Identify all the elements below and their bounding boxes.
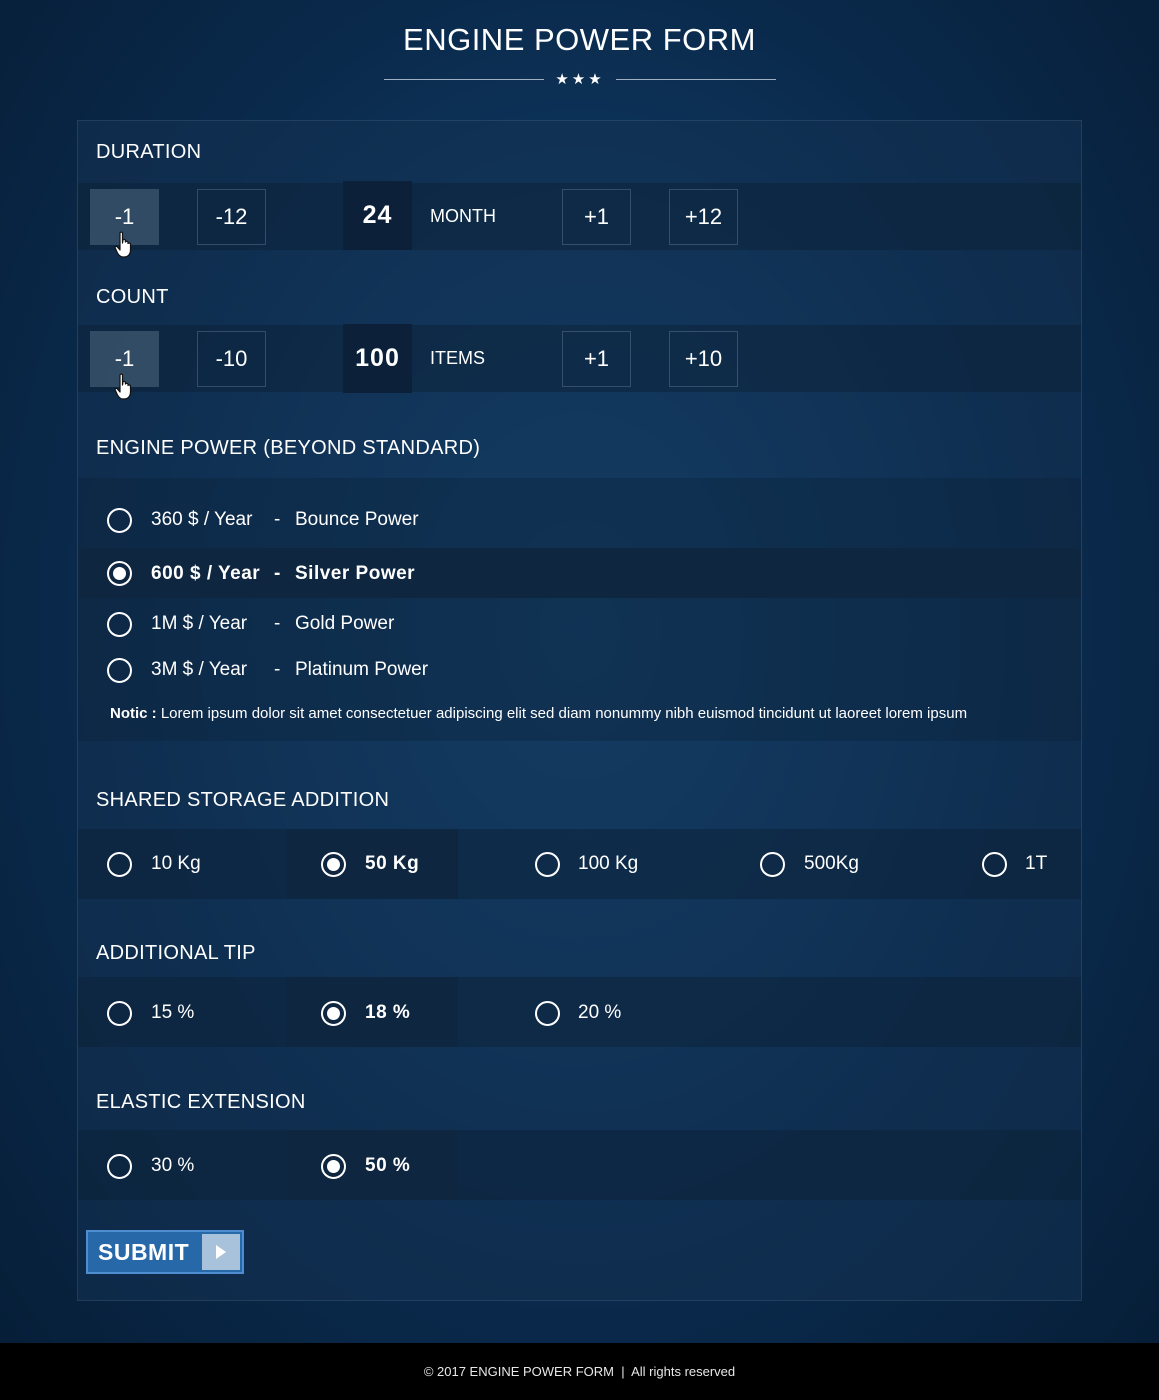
- engine-power-title: ENGINE POWER (BEYOND STANDARD): [96, 437, 481, 459]
- elastic-extension-options: 30 % 50 %: [78, 1130, 1081, 1200]
- engine-power-radio-3[interactable]: [107, 658, 132, 683]
- hand-cursor-icon: [114, 373, 132, 400]
- engine-power-radio-2[interactable]: [107, 612, 132, 637]
- storage-radio-0[interactable]: [107, 852, 132, 877]
- count-plus-10-button[interactable]: +10: [669, 331, 738, 387]
- elastic-radio-1[interactable]: [321, 1154, 346, 1179]
- tip-label-1: 18 %: [365, 1002, 411, 1023]
- footer-text: © 2017 ENGINE POWER FORM | All rights re…: [423, 1364, 736, 1379]
- storage-label-3: 500Kg: [804, 853, 859, 874]
- count-title: COUNT: [96, 286, 169, 308]
- engine-power-name-3: Platinum Power: [295, 659, 429, 680]
- count-value: 100: [343, 324, 412, 393]
- notice-body: Lorem ipsum dolor sit amet consectetuer …: [160, 705, 968, 722]
- storage-label-2: 100 Kg: [578, 853, 639, 874]
- engine-power-sep-2: -: [274, 613, 281, 634]
- play-arrow-icon: [202, 1234, 240, 1270]
- storage-radio-4[interactable]: [982, 852, 1007, 877]
- engine-power-sep-1: -: [274, 563, 281, 584]
- count-unit: ITEMS: [430, 348, 486, 368]
- storage-label-1: 50 Kg: [365, 853, 420, 874]
- engine-power-price-2: 1M $ / Year: [151, 613, 248, 634]
- elastic-extension-title: ELASTIC EXTENSION: [96, 1091, 306, 1113]
- tip-radio-1[interactable]: [321, 1001, 346, 1026]
- title-divider: ★★★: [384, 70, 776, 90]
- engine-power-radio-0[interactable]: [107, 508, 132, 533]
- divider-line-left: [384, 79, 544, 80]
- engine-power-name-0: Bounce Power: [295, 509, 419, 530]
- tip-radio-0[interactable]: [107, 1001, 132, 1026]
- duration-minus-12-button[interactable]: -12: [197, 189, 266, 245]
- duration-unit: MONTH: [430, 206, 496, 226]
- storage-radio-2[interactable]: [535, 852, 560, 877]
- engine-power-price-0: 360 $ / Year: [151, 509, 253, 530]
- engine-power-sep-0: -: [274, 509, 281, 530]
- hand-cursor-icon: [114, 231, 132, 258]
- divider-line-right: [616, 79, 776, 80]
- elastic-radio-0[interactable]: [107, 1154, 132, 1179]
- tip-label-0: 15 %: [151, 1002, 195, 1023]
- engine-power-name-2: Gold Power: [295, 613, 395, 634]
- engine-power-sep-3: -: [274, 659, 281, 680]
- duration-value: 24: [343, 181, 412, 250]
- engine-power-options: 360 $ / Year - Bounce Power 600 $ / Year…: [78, 478, 1081, 741]
- engine-power-price-3: 3M $ / Year: [151, 659, 248, 680]
- count-stepper: -1 -10 100 ITEMS +1 +10: [78, 324, 1081, 400]
- duration-title: DURATION: [96, 141, 202, 163]
- star-icons: ★★★: [555, 71, 605, 88]
- duration-plus-1-button[interactable]: +1: [562, 189, 631, 245]
- page-title: ENGINE POWER FORM: [403, 22, 756, 57]
- submit-label: SUBMIT: [98, 1239, 190, 1265]
- elastic-label-0: 30 %: [151, 1155, 195, 1176]
- additional-tip-title: ADDITIONAL TIP: [96, 942, 256, 964]
- tip-radio-2[interactable]: [535, 1001, 560, 1026]
- notice-text: Notic : Lorem ipsum dolor sit amet conse…: [110, 705, 967, 722]
- shared-storage-options: 10 Kg 50 Kg 100 Kg 500Kg 1T: [78, 829, 1081, 899]
- submit-button[interactable]: SUBMIT: [86, 1230, 244, 1274]
- storage-label-4: 1T: [1025, 853, 1048, 874]
- tip-label-2: 20 %: [578, 1002, 622, 1023]
- engine-power-price-1: 600 $ / Year: [151, 563, 261, 584]
- notice-label: Notic :: [110, 705, 157, 722]
- engine-power-name-1: Silver Power: [295, 563, 416, 584]
- count-minus-10-button[interactable]: -10: [197, 331, 266, 387]
- form-card: DURATION -1 -12 24 MONTH +1 +12 COUNT -1…: [77, 120, 1082, 1301]
- count-plus-1-button[interactable]: +1: [562, 331, 631, 387]
- elastic-label-1: 50 %: [365, 1155, 411, 1176]
- shared-storage-title: SHARED STORAGE ADDITION: [96, 789, 390, 811]
- additional-tip-options: 15 % 18 % 20 %: [78, 977, 1081, 1047]
- duration-stepper: -1 -12 24 MONTH +1 +12: [78, 181, 1081, 258]
- storage-radio-1[interactable]: [321, 852, 346, 877]
- storage-radio-3[interactable]: [760, 852, 785, 877]
- storage-label-0: 10 Kg: [151, 853, 201, 874]
- footer: © 2017 ENGINE POWER FORM | All rights re…: [0, 1343, 1159, 1400]
- duration-plus-12-button[interactable]: +12: [669, 189, 738, 245]
- engine-power-radio-1[interactable]: [107, 561, 132, 586]
